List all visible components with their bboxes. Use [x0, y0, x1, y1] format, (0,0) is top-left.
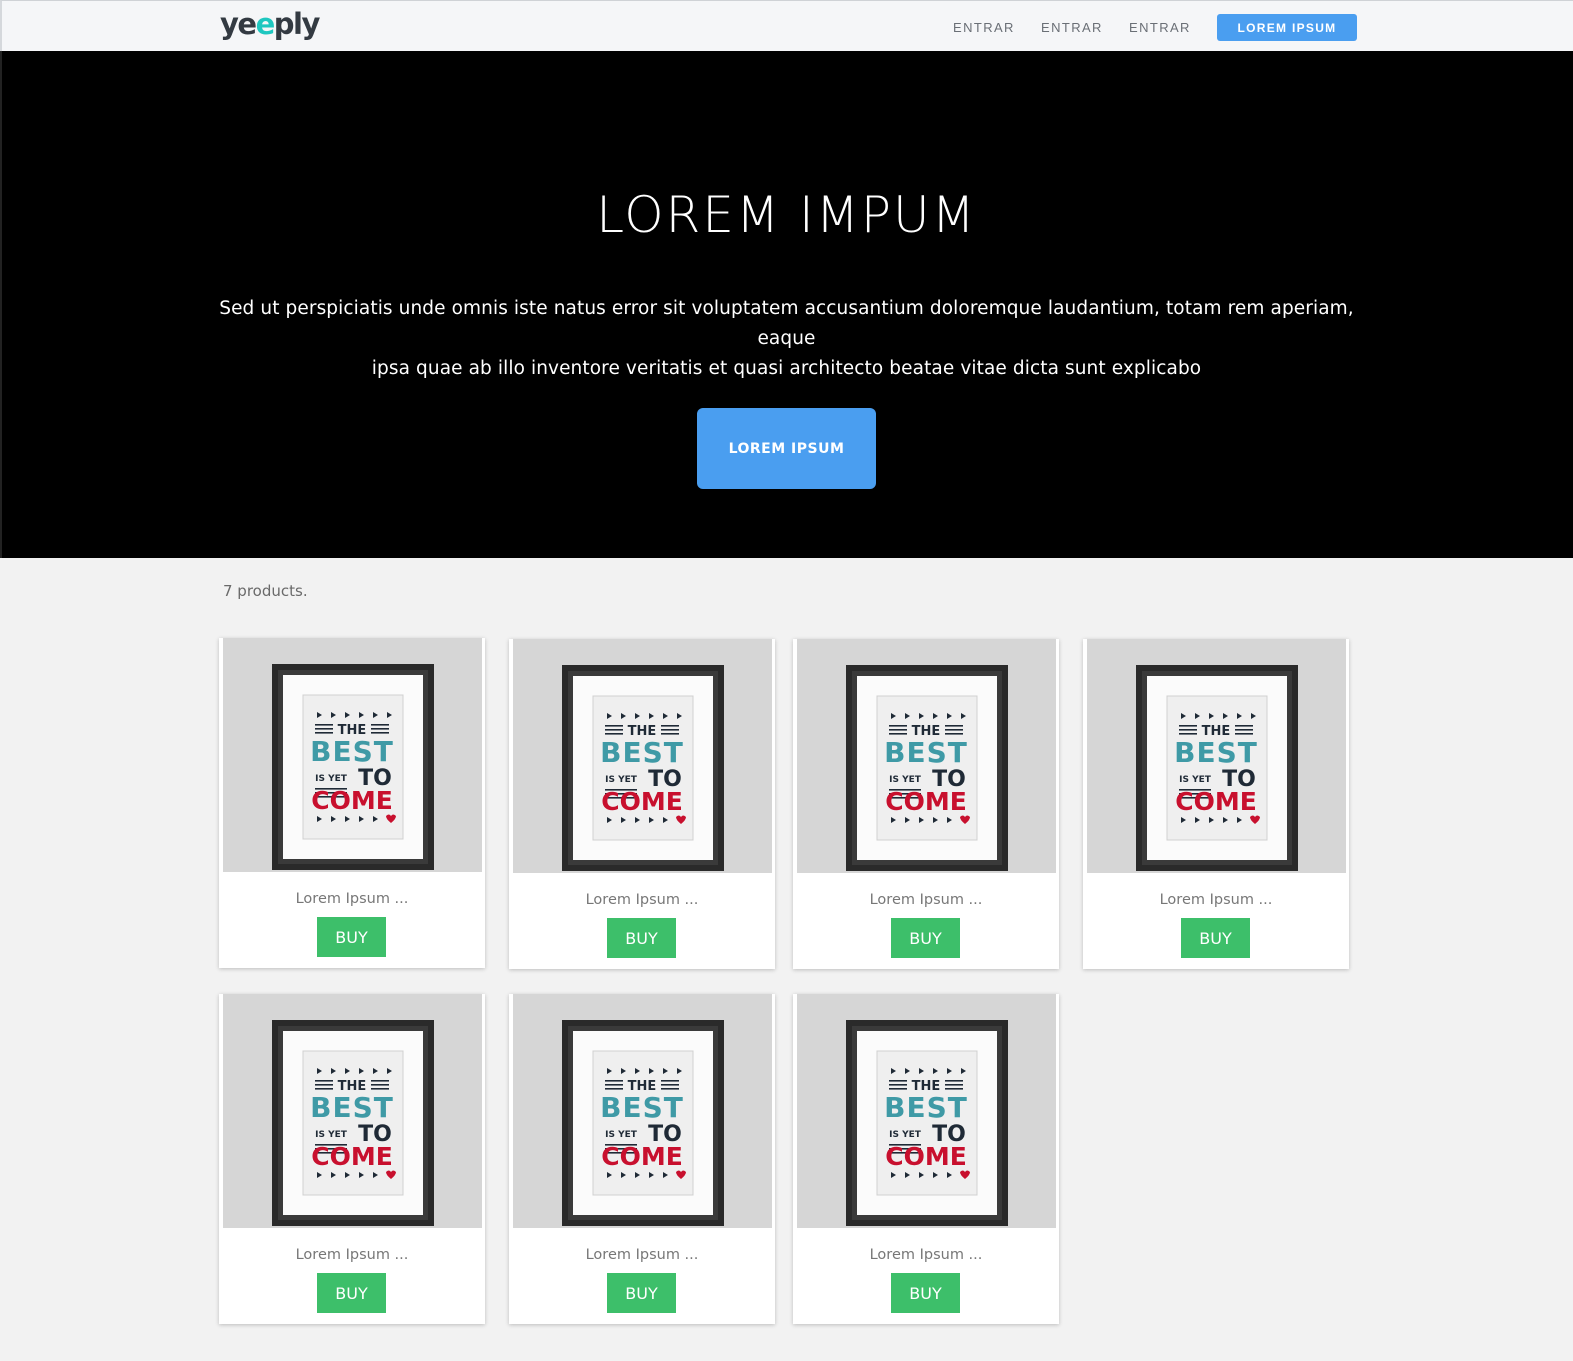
buy-button[interactable]: BUY — [607, 918, 676, 958]
product-card[interactable]: THE BEST IS YET TO COME Lorem Ipsum ... BUY — [793, 639, 1059, 969]
poster-is-yet: IS YET — [889, 1130, 922, 1140]
yeeply-logo[interactable]: yeeply — [220, 7, 321, 41]
framed-poster-image: THEBESTIS YET TOCOME — [223, 994, 482, 1228]
poster-come: COME — [601, 787, 683, 816]
poster-is-yet: IS YET — [605, 775, 638, 785]
poster-is-yet: IS YET — [605, 1130, 638, 1140]
poster-come: COME — [1175, 787, 1257, 816]
hero-description: Sed ut perspiciatis unde omnis iste natu… — [210, 294, 1363, 384]
framed-poster-image: THEBESTIS YET TOCOME — [797, 639, 1056, 873]
nav-link-entrar-2[interactable]: ENTRAR — [1041, 20, 1103, 35]
logo-accent: e — [255, 7, 276, 41]
product-name[interactable]: Lorem Ipsum ... — [509, 892, 775, 908]
logo-prefix: ye — [220, 7, 257, 41]
product-name[interactable]: Lorem Ipsum ... — [793, 892, 1059, 908]
poster-come: COME — [311, 786, 393, 815]
hero-title: LOREM IMPUM — [596, 186, 977, 244]
product-name[interactable]: Lorem Ipsum ... — [793, 1247, 1059, 1263]
buy-button[interactable]: BUY — [317, 1273, 386, 1313]
buy-button[interactable]: BUY — [891, 918, 960, 958]
product-image[interactable]: THE BEST IS YET TO COME — [797, 639, 1056, 873]
framed-poster-image: THEBESTIS YET TOCOME — [513, 639, 772, 873]
product-card[interactable]: THE BEST IS YET TO COME Lorem Ipsum ... BUY — [219, 994, 485, 1324]
poster-is-yet: IS YET — [315, 1130, 348, 1140]
poster-is-yet: IS YET — [1179, 775, 1212, 785]
product-card[interactable]: THE BEST IS YET TO COME Lorem Ipsum ... BUY — [1083, 639, 1349, 969]
product-image[interactable]: THE BEST IS YET TO COME — [223, 994, 482, 1228]
framed-poster-image: THEBESTIS YET TOCOME — [513, 994, 772, 1228]
product-image[interactable]: THE BEST IS YET TO COME — [223, 638, 482, 872]
product-image[interactable]: THE BEST IS YET TO COME — [1087, 639, 1346, 873]
product-card[interactable]: THE BEST IS YET TO COME Lorem Ipsum ... BUY — [509, 639, 775, 969]
poster-come: COME — [885, 1142, 967, 1171]
logo-suffix: ply — [273, 7, 321, 41]
poster-best: BEST — [310, 735, 394, 768]
poster-is-yet: IS YET — [315, 774, 348, 784]
poster-best: BEST — [600, 736, 684, 769]
product-image[interactable]: THE BEST IS YET TO COME — [513, 994, 772, 1228]
hero-text-line-1: Sed ut perspiciatis unde omnis iste natu… — [219, 298, 1354, 349]
nav-link-entrar-3[interactable]: ENTRAR — [1129, 20, 1191, 35]
nav-cta-button[interactable]: LOREM IPSUM — [1217, 14, 1357, 41]
buy-button[interactable]: BUY — [317, 917, 386, 957]
product-name[interactable]: Lorem Ipsum ... — [509, 1247, 775, 1263]
poster-come: COME — [311, 1142, 393, 1171]
top-navbar: yeeply ENTRAR ENTRAR ENTRAR LOREM IPSUM — [0, 0, 1573, 51]
product-name[interactable]: Lorem Ipsum ... — [219, 891, 485, 907]
nav-link-entrar-1[interactable]: ENTRAR — [953, 20, 1015, 35]
poster-come: COME — [885, 787, 967, 816]
framed-poster-image: THEBESTIS YET TOCOME — [797, 994, 1056, 1228]
poster-best: BEST — [310, 1091, 394, 1124]
product-image[interactable]: THE BEST IS YET TO COME — [797, 994, 1056, 1228]
framed-poster-image: THEBESTIS YET TOCOME — [223, 638, 482, 872]
framed-poster-image: THEBESTIS YET TOCOME — [1087, 639, 1346, 873]
buy-button[interactable]: BUY — [891, 1273, 960, 1313]
poster-best: BEST — [884, 1091, 968, 1124]
poster-best: BEST — [1174, 736, 1258, 769]
poster-best: BEST — [600, 1091, 684, 1124]
poster-is-yet: IS YET — [889, 775, 922, 785]
product-card[interactable]: THE BEST IS YET TO COME Lorem Ipsum ... BUY — [219, 638, 485, 968]
hero-text-line-2: ipsa quae ab illo inventore veritatis et… — [371, 358, 1202, 379]
product-card[interactable]: THE BEST IS YET TO COME Lorem Ipsum ... BUY — [793, 994, 1059, 1324]
product-card[interactable]: THE BEST IS YET TO COME Lorem Ipsum ... BUY — [509, 994, 775, 1324]
hero-section: LOREM IMPUM Sed ut perspiciatis unde omn… — [0, 51, 1573, 558]
hero-cta-button[interactable]: LOREM IPSUM — [697, 408, 876, 489]
poster-come: COME — [601, 1142, 683, 1171]
poster-best: BEST — [884, 736, 968, 769]
product-image[interactable]: THE BEST IS YET TO COME — [513, 639, 772, 873]
buy-button[interactable]: BUY — [1181, 918, 1250, 958]
products-count: 7 products. — [223, 582, 308, 600]
product-name[interactable]: Lorem Ipsum ... — [219, 1247, 485, 1263]
buy-button[interactable]: BUY — [607, 1273, 676, 1313]
product-name[interactable]: Lorem Ipsum ... — [1083, 892, 1349, 908]
